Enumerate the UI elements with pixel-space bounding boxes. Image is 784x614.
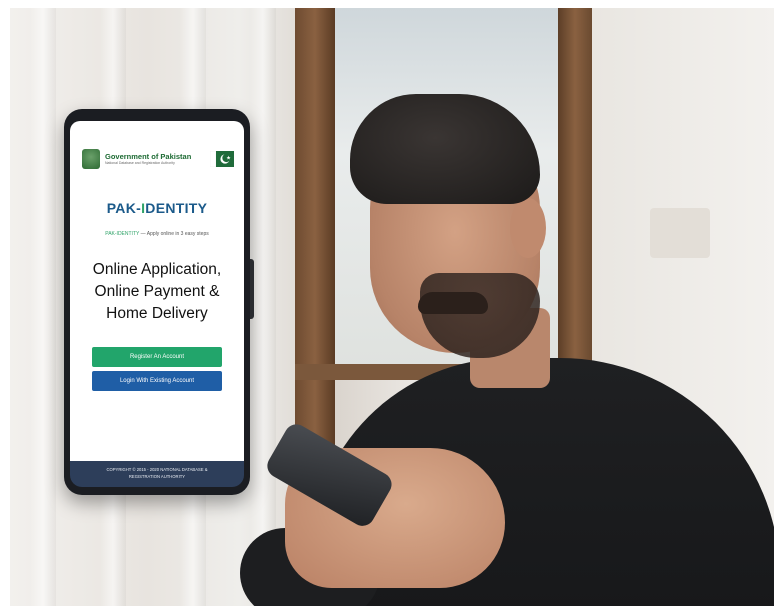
tagline-text: — Apply online in 3 easy steps xyxy=(139,231,209,237)
gov-header-text: Government of Pakistan National Database… xyxy=(105,152,206,166)
phone-screen: Government of Pakistan National Database… xyxy=(70,121,244,461)
headline-line: Online Payment & xyxy=(94,283,220,300)
footer-line: REGISTRATION AUTHORITY xyxy=(128,474,186,479)
headline-line: Online Application, xyxy=(92,261,222,278)
brand-suffix: DENTITY xyxy=(145,200,208,216)
gov-title: Government of Pakistan xyxy=(105,152,192,161)
register-account-button[interactable]: Register An Account xyxy=(92,347,222,367)
person-mustache xyxy=(418,292,488,314)
pakistan-flag-icon xyxy=(210,151,234,167)
tagline-brand: PAK-IDENTITY xyxy=(105,231,140,237)
login-existing-account-button[interactable]: Login With Existing Account xyxy=(92,371,222,391)
headline: Online Application, Online Payment & Hom… xyxy=(70,259,244,325)
curtain-fold xyxy=(30,8,56,606)
copyright-footer: COPYRIGHT © 2015 - 2020 NATIONAL DATABAS… xyxy=(70,461,244,487)
phone-side-button xyxy=(250,259,254,319)
phone-mockup: Government of Pakistan National Database… xyxy=(64,109,254,495)
pak-identity-logo: PAK-IDENTITY xyxy=(70,200,244,216)
gov-header: Government of Pakistan National Database… xyxy=(70,121,244,174)
state-emblem-icon xyxy=(82,149,100,169)
brand-prefix: PAK- xyxy=(106,200,142,216)
gov-subtitle: National Database and Registration Autho… xyxy=(105,161,175,165)
window-frame xyxy=(558,8,592,368)
wall-object xyxy=(650,208,710,258)
headline-line: Home Delivery xyxy=(106,305,208,322)
person-ear xyxy=(510,198,546,258)
tagline: PAK-IDENTITY — Apply online in 3 easy st… xyxy=(70,231,244,237)
footer-line: COPYRIGHT © 2015 - 2020 NATIONAL DATABAS… xyxy=(106,467,208,472)
